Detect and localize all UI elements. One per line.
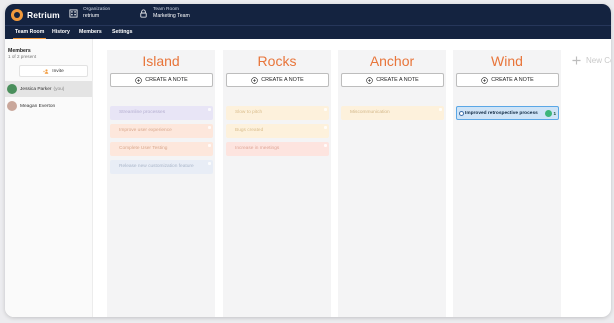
create-note-button[interactable]: CREATE A NOTE xyxy=(226,73,329,87)
note-menu-icon[interactable] xyxy=(324,108,327,111)
nav-tabs: Team Room History Members Settings xyxy=(5,25,611,39)
column-rocks: Rocks CREATE A NOTE Slow to pitch Bugs crea… xyxy=(223,50,331,317)
note-text: Streamline processes xyxy=(119,110,166,115)
brand[interactable]: Retrium xyxy=(11,8,60,22)
note-menu-icon[interactable] xyxy=(208,108,211,111)
members-count: 1 of 2 present xyxy=(8,54,37,59)
note-text: Improve user experience xyxy=(119,128,172,133)
plus-circle-icon xyxy=(366,76,374,84)
create-note-button[interactable]: CREATE A NOTE xyxy=(456,73,559,87)
column-title: Island xyxy=(142,53,180,69)
note-text: Miscommunication xyxy=(350,110,390,115)
vote-icon[interactable] xyxy=(545,110,552,117)
note-card[interactable]: Release new customization feature xyxy=(110,160,213,174)
note-card[interactable]: Improve user experience xyxy=(110,124,213,138)
create-note-label: CREATE A NOTE xyxy=(491,77,534,83)
vote-count: 1 xyxy=(553,111,556,116)
plus-circle-icon xyxy=(481,76,489,84)
new-column-button[interactable]: New Co xyxy=(572,56,611,65)
note-text: Slow to pitch xyxy=(235,110,263,115)
new-column-label: New Co xyxy=(586,56,611,65)
note-card[interactable]: Complete User Testing xyxy=(110,142,213,156)
tab-settings[interactable]: Settings xyxy=(112,26,132,39)
column-island: Island CREATE A NOTE Streamline processes I… xyxy=(107,50,215,317)
team-room-name: Marketing Team xyxy=(153,13,190,19)
building-icon xyxy=(69,9,78,18)
top-bar: Retrium Organization retrium Team Room M… xyxy=(5,4,611,25)
create-note-label: CREATE A NOTE xyxy=(376,77,419,83)
note-menu-icon[interactable] xyxy=(439,108,442,111)
plus-icon xyxy=(572,56,581,65)
note-text: Complete User Testing xyxy=(119,146,168,151)
plus-circle-icon xyxy=(251,76,259,84)
organization-switcher[interactable]: Organization retrium xyxy=(69,7,110,20)
tab-history[interactable]: History xyxy=(52,26,70,39)
select-note-checkbox[interactable] xyxy=(459,111,464,116)
tab-members[interactable]: Members xyxy=(79,26,102,39)
plus-circle-icon xyxy=(135,76,143,84)
app-window: Retrium Organization retrium Team Room M… xyxy=(5,4,611,317)
note-card[interactable]: Bugs created xyxy=(226,124,329,138)
member-you-tag: (you) xyxy=(53,86,65,92)
note-text: Release new customization feature xyxy=(119,164,194,169)
note-menu-icon[interactable] xyxy=(324,144,327,147)
note-card[interactable]: Increase in meetings xyxy=(226,142,329,156)
avatar xyxy=(7,84,17,94)
create-note-button[interactable]: CREATE A NOTE xyxy=(110,73,213,87)
avatar xyxy=(7,101,17,111)
note-card[interactable]: Slow to pitch xyxy=(226,106,329,120)
lock-icon xyxy=(140,9,147,18)
member-item-meagan-everton[interactable]: Meagan Everton xyxy=(5,98,92,114)
create-note-label: CREATE A NOTE xyxy=(145,77,188,83)
note-card[interactable]: Miscommunication xyxy=(341,106,444,120)
note-card[interactable]: Improved retrospective process 1 xyxy=(456,106,559,120)
column-title: Anchor xyxy=(369,53,415,69)
create-note-button[interactable]: CREATE A NOTE xyxy=(341,73,444,87)
note-menu-icon[interactable] xyxy=(208,162,211,165)
column-title: Wind xyxy=(491,53,523,69)
member-name: Meagan Everton xyxy=(20,103,56,109)
note-text: Increase in meetings xyxy=(235,146,280,151)
column-title: Rocks xyxy=(257,53,297,69)
member-name: Jessica Parker xyxy=(20,86,52,92)
note-card[interactable]: Streamline processes xyxy=(110,106,213,120)
create-note-label: CREATE A NOTE xyxy=(261,77,304,83)
note-text: Improved retrospective process xyxy=(465,111,538,116)
retrium-logo-icon xyxy=(11,9,23,21)
members-sidebar: Members 1 of 2 present Invite Jessica Pa… xyxy=(5,39,93,317)
tab-team-room[interactable]: Team Room xyxy=(12,26,47,39)
invite-label: Invite xyxy=(52,68,64,74)
add-user-icon xyxy=(43,68,49,74)
brand-name: Retrium xyxy=(27,10,60,20)
team-room-switcher[interactable]: Team Room Marketing Team xyxy=(139,7,190,20)
invite-button[interactable]: Invite xyxy=(19,65,88,77)
column-anchor: Anchor CREATE A NOTE Miscommunication xyxy=(338,50,446,317)
note-menu-icon[interactable] xyxy=(208,126,211,129)
note-text: Bugs created xyxy=(235,128,264,133)
member-item-jessica-parker[interactable]: Jessica Parker (you) xyxy=(5,81,92,97)
organization-name: retrium xyxy=(83,13,100,19)
column-wind: Wind CREATE A NOTE Improved retrospective … xyxy=(453,50,561,317)
note-menu-icon[interactable] xyxy=(324,126,327,129)
note-menu-icon[interactable] xyxy=(208,144,211,147)
